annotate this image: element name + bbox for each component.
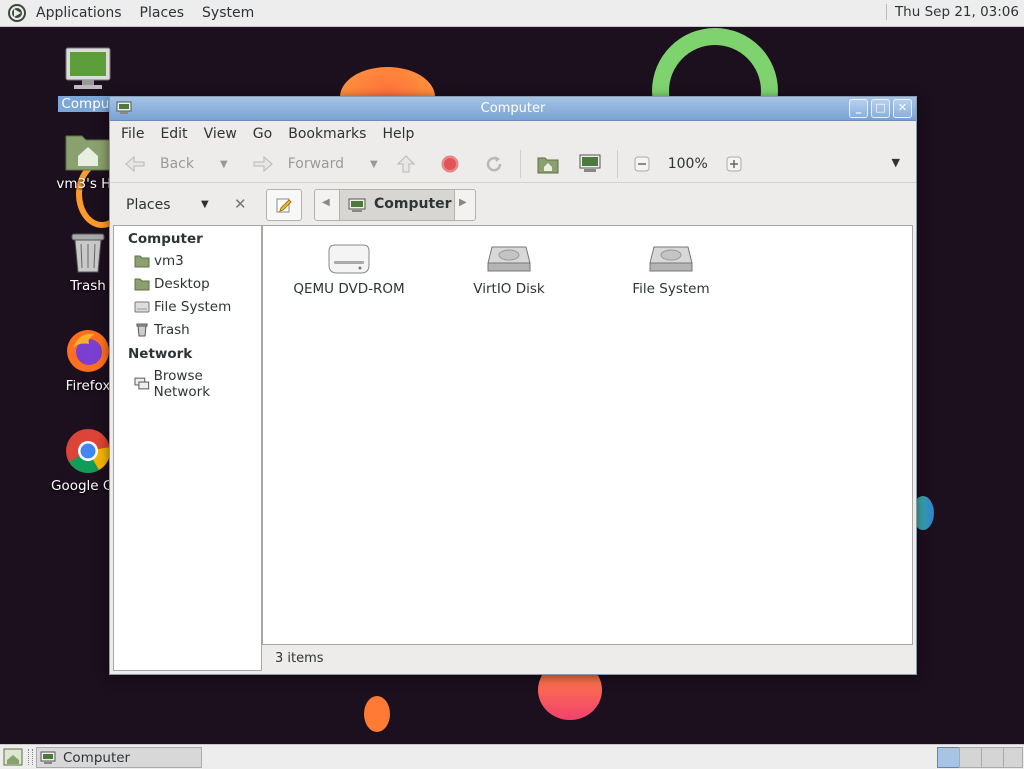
menu-help[interactable]: Help (374, 126, 422, 142)
computer-button[interactable] (579, 154, 601, 174)
panel-menu-applications[interactable]: Applications (27, 5, 131, 21)
forward-button[interactable]: Forward ▼ (252, 154, 378, 174)
zoom-in-button[interactable] (726, 156, 742, 172)
window-titlebar[interactable]: Computer _ □ ✕ (110, 97, 916, 121)
toolbar: Back ▼ Forward ▼ 100% ▼ (110, 146, 916, 183)
network-icon (134, 377, 150, 390)
maximize-button[interactable]: □ (871, 99, 890, 118)
optical-drive-icon (328, 244, 370, 274)
panel-clock[interactable]: Thu Sep 21, 03:06 (885, 4, 1019, 20)
sidebar-item-file-system[interactable]: File System (134, 299, 231, 315)
location-edit-button[interactable] (266, 189, 302, 221)
item-label: VirtIO Disk (473, 281, 545, 297)
home-folder-icon (65, 135, 111, 171)
menu-file[interactable]: File (113, 126, 152, 142)
computer-icon (40, 751, 56, 764)
places-sidebar: Computer vm3 Desktop File System Trash N… (113, 225, 262, 671)
stop-button[interactable] (440, 154, 460, 174)
zoom-out-icon (634, 156, 650, 172)
path-right-arrow-icon[interactable]: ▶ (459, 197, 467, 208)
path-left-arrow-icon[interactable]: ◀ (322, 197, 330, 208)
trash-icon (136, 323, 148, 337)
menu-go[interactable]: Go (245, 126, 280, 142)
stop-icon (441, 155, 459, 173)
edit-pencil-icon (276, 198, 292, 213)
zoom-level[interactable]: 100% (668, 156, 708, 172)
window-title: Computer (480, 101, 546, 116)
desktop-folder-icon (134, 278, 150, 291)
workspace-4[interactable] (1003, 747, 1023, 768)
close-button[interactable]: ✕ (893, 99, 912, 118)
computer-icon (65, 47, 111, 89)
menubar: File Edit View Go Bookmarks Help (110, 121, 916, 146)
panel-menu-places[interactable]: Places (131, 5, 194, 21)
hard-disk-icon (487, 246, 531, 272)
chrome-icon (66, 429, 111, 473)
desktop-icon-label: Firefox (65, 378, 111, 394)
path-button-computer[interactable]: Computer (339, 190, 455, 220)
home-folder-icon (134, 255, 150, 268)
reload-icon (486, 156, 501, 172)
up-button[interactable] (396, 154, 416, 174)
top-panel: Applications Places System Thu Sep 21, 0… (0, 0, 1024, 27)
sidebar-item-browse-network[interactable]: Browse Network (134, 368, 261, 400)
item-file-system[interactable]: File System (601, 243, 741, 297)
menu-edit[interactable]: Edit (152, 126, 195, 142)
trash-icon (71, 233, 105, 273)
workspace-1[interactable] (937, 747, 960, 768)
drive-icon (134, 301, 150, 313)
zoom-out-button[interactable] (634, 156, 650, 172)
panel-menu-system[interactable]: System (193, 5, 263, 21)
sidebar-item-desktop[interactable]: Desktop (134, 276, 210, 292)
workspace-2[interactable] (959, 747, 982, 768)
back-button[interactable]: Back ▼ (124, 154, 228, 174)
status-bar: 3 items (262, 646, 902, 672)
sidebar-item-trash[interactable]: Trash (134, 322, 190, 338)
forward-arrow-icon (253, 155, 273, 173)
computer-icon (579, 154, 601, 172)
up-arrow-icon (396, 155, 415, 173)
item-virtio-disk[interactable]: VirtIO Disk (439, 243, 579, 297)
sidebar-section-network: Network (128, 346, 193, 362)
zoom-in-icon (726, 156, 742, 172)
menu-bookmarks[interactable]: Bookmarks (280, 126, 374, 142)
wallpaper-orange-dot (364, 696, 390, 732)
taskbar-item-computer[interactable]: Computer (36, 747, 202, 768)
distro-logo-icon[interactable] (7, 3, 27, 23)
toolbar-separator (519, 150, 521, 178)
item-label: File System (632, 281, 710, 297)
minimize-button[interactable]: _ (849, 99, 868, 118)
sidebar-close-icon[interactable]: ✕ (234, 195, 247, 213)
back-history-chevron-icon[interactable]: ▼ (220, 159, 228, 170)
status-text: 3 items (275, 651, 324, 666)
sidebar-section-computer: Computer (128, 231, 203, 247)
file-manager-window: Computer _ □ ✕ File Edit View Go Bookmar… (109, 96, 917, 675)
computer-icon (348, 198, 366, 212)
bottom-panel: Computer (0, 744, 1024, 769)
file-view: QEMU DVD-ROM VirtIO Disk File System (262, 225, 913, 645)
item-qemu-dvd-rom[interactable]: QEMU DVD-ROM (279, 243, 419, 297)
back-arrow-icon (125, 155, 145, 173)
home-folder-icon (537, 157, 559, 174)
reload-button[interactable] (484, 154, 504, 174)
item-label: QEMU DVD-ROM (293, 281, 405, 297)
firefox-icon (67, 330, 109, 372)
sidebar-item-vm3[interactable]: vm3 (134, 253, 184, 269)
path-bar: ◀ Computer ▶ (314, 189, 476, 221)
menu-view[interactable]: View (196, 126, 245, 142)
workspace-3[interactable] (981, 747, 1004, 768)
hard-disk-icon (649, 246, 693, 272)
sidebar-selector-chevron-icon[interactable]: ▼ (201, 199, 209, 210)
panel-drag-handle[interactable] (28, 749, 33, 765)
toolbar-separator (616, 150, 618, 178)
desktop-icon-label: Trash (70, 278, 106, 294)
sidebar-places-selector[interactable]: Places (126, 197, 171, 213)
home-button[interactable] (537, 154, 559, 174)
forward-history-chevron-icon[interactable]: ▼ (370, 159, 378, 170)
show-desktop-icon[interactable] (3, 748, 23, 766)
sidebar-header: Places ▼ ✕ (113, 185, 261, 225)
toolbar-overflow-chevron-icon[interactable]: ▼ (892, 156, 900, 169)
